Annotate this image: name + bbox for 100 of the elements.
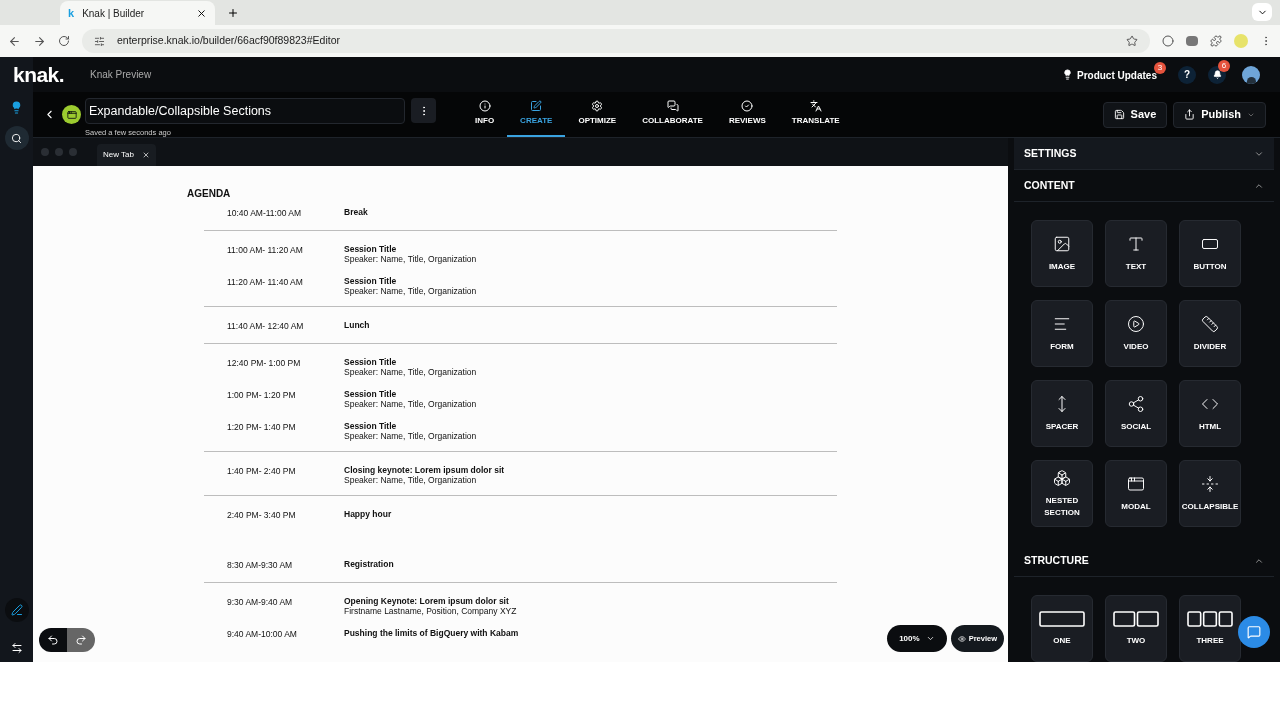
- info-icon: [478, 100, 491, 112]
- publish-button[interactable]: Publish: [1173, 101, 1266, 128]
- close-icon[interactable]: [142, 151, 150, 159]
- block-tile[interactable]: ONE: [1031, 595, 1093, 662]
- close-icon[interactable]: [196, 7, 207, 19]
- columns-icon: [1113, 610, 1159, 627]
- session-title: Session Title: [344, 243, 398, 254]
- nav-tab[interactable]: COLLABORATE: [629, 92, 716, 137]
- session-time: 12:40 PM- 1:00 PM: [227, 356, 302, 370]
- session-title: Session Title: [344, 420, 398, 431]
- block-tile[interactable]: BUTTON: [1179, 220, 1241, 287]
- session-title: Pushing the limits of BigQuery with Kabam: [344, 628, 519, 638]
- block-tile[interactable]: TWO: [1105, 595, 1167, 662]
- session-speaker: Speaker: Name, Title, Organization: [344, 430, 477, 441]
- undo-icon: [47, 634, 59, 646]
- reload-icon[interactable]: [58, 35, 70, 47]
- share-icon: [1127, 394, 1145, 413]
- extension-icon[interactable]: [1186, 36, 1198, 46]
- session-title: Session Title: [344, 388, 398, 399]
- chat-icon: [1247, 625, 1261, 639]
- new-tab-icon[interactable]: [227, 7, 239, 19]
- save-button[interactable]: Save: [1102, 101, 1168, 128]
- count-badge: 3: [1154, 62, 1166, 74]
- session-time: 11:20 AM- 11:40 AM: [227, 275, 304, 289]
- search-button[interactable]: [4, 126, 29, 150]
- user-avatar[interactable]: [1242, 65, 1260, 84]
- canvas-tab[interactable]: New Tab: [97, 144, 156, 166]
- nav-tab[interactable]: INFO: [462, 92, 508, 137]
- template-badge-icon: [62, 105, 81, 124]
- session-title: Happy hour: [344, 508, 392, 519]
- block-tile[interactable]: SOCIAL: [1105, 380, 1167, 447]
- forward-icon[interactable]: [33, 34, 46, 48]
- lightbulb-icon[interactable]: [10, 101, 23, 114]
- share-icon: [1184, 109, 1196, 120]
- logo-icon: k: [68, 4, 75, 22]
- session-title: Break: [344, 207, 368, 217]
- count-badge: 6: [1218, 59, 1230, 72]
- session-title: Registration: [344, 559, 394, 570]
- session-speaker: Firstname Lastname, Position, Company XYZ: [344, 606, 517, 616]
- block-tile[interactable]: IMAGE: [1031, 220, 1093, 287]
- block-tile[interactable]: TEXT: [1105, 220, 1167, 287]
- title-field[interactable]: Expandable/Collapsible Sections: [85, 98, 405, 125]
- session-speaker: Speaker: Name, Title, Organization: [344, 366, 477, 377]
- play-icon: [1127, 314, 1145, 333]
- block-tile[interactable]: VIDEO: [1105, 300, 1167, 367]
- letter-icon: [1127, 234, 1145, 253]
- nav-tab[interactable]: TRANSLATE: [778, 92, 853, 137]
- lightbulb-icon: [1062, 69, 1073, 80]
- section-header[interactable]: SETTINGS: [1014, 138, 1274, 170]
- session-title: Closing keynote: Lorem ipsum dolor sit: [344, 464, 505, 475]
- help-button[interactable]: ?: [1178, 65, 1196, 84]
- notifications-button[interactable]: [1208, 65, 1226, 84]
- chevron-down-icon: [925, 634, 935, 643]
- brand-logo[interactable]: knak.: [13, 58, 65, 91]
- boxes-icon: [1053, 468, 1071, 487]
- site-settings-icon[interactable]: [94, 35, 105, 47]
- block-tile[interactable]: FORM: [1031, 300, 1093, 367]
- edit-button[interactable]: [4, 598, 29, 622]
- block-tile[interactable]: DIVIDER: [1179, 300, 1241, 367]
- session-time: 9:30 AM-9:40 AM: [227, 596, 294, 609]
- session-time: 1:20 PM- 1:40 PM: [227, 420, 297, 434]
- session-time: 11:00 AM- 11:20 AM: [227, 243, 304, 257]
- zoom-dropdown[interactable]: 100%: [887, 625, 947, 652]
- back-icon[interactable]: [8, 34, 21, 48]
- bookmark-icon[interactable]: [1126, 35, 1138, 47]
- session-time: 11:40 AM- 12:40 AM: [227, 319, 305, 333]
- session-title: Session Title: [344, 275, 398, 286]
- block-tile[interactable]: HTML: [1179, 380, 1241, 447]
- block-tile[interactable]: SPACER: [1031, 380, 1093, 447]
- session-time: 8:30 AM-9:30 AM: [227, 559, 294, 572]
- pen-icon: [10, 604, 23, 616]
- check-circle-icon: [741, 100, 754, 112]
- browser-tab[interactable]: k Knak | Builder: [60, 1, 215, 25]
- session-speaker: Speaker: Name, Title, Organization: [344, 253, 477, 264]
- translate-icon: [809, 100, 822, 112]
- session-time: 9:40 AM-10:00 AM: [227, 628, 298, 641]
- session-speaker: Speaker: Name, Title, Organization: [344, 474, 478, 485]
- session-title: Opening Keynote: Lorem ipsum dolor sit: [344, 596, 510, 606]
- nav-tab[interactable]: OPTIMIZE: [565, 92, 630, 137]
- block-tile[interactable]: COLLAPSIBLE: [1179, 460, 1241, 527]
- session-time: 1:40 PM- 2:40 PM: [227, 464, 297, 478]
- edit-icon: [530, 100, 543, 112]
- extension-icon[interactable]: [1162, 35, 1174, 47]
- block-tile[interactable]: THREE: [1179, 595, 1241, 662]
- block-tile[interactable]: NESTED SECTION: [1031, 460, 1093, 527]
- undo-button[interactable]: [39, 628, 67, 652]
- nav-tab[interactable]: REVIEWS: [715, 92, 779, 137]
- agenda-heading: AGENDA: [187, 187, 232, 201]
- session-time: 1:00 PM- 1:20 PM: [227, 388, 297, 402]
- fold-icon: [1201, 474, 1219, 493]
- chat-button[interactable]: [1238, 616, 1270, 648]
- product-updates-link[interactable]: Product Updates: [1077, 68, 1157, 83]
- block-tile[interactable]: MODAL: [1105, 460, 1167, 527]
- swap-icon[interactable]: [10, 642, 23, 654]
- window-icon: [1127, 474, 1145, 493]
- address-bar[interactable]: enterprise.knak.io/builder/66acf90f89823#Editor: [82, 29, 1150, 53]
- columns-icon: [1187, 610, 1233, 627]
- redo-button[interactable]: [67, 628, 95, 652]
- gear-icon: [591, 100, 604, 112]
- extensions-icon[interactable]: [1210, 35, 1222, 47]
